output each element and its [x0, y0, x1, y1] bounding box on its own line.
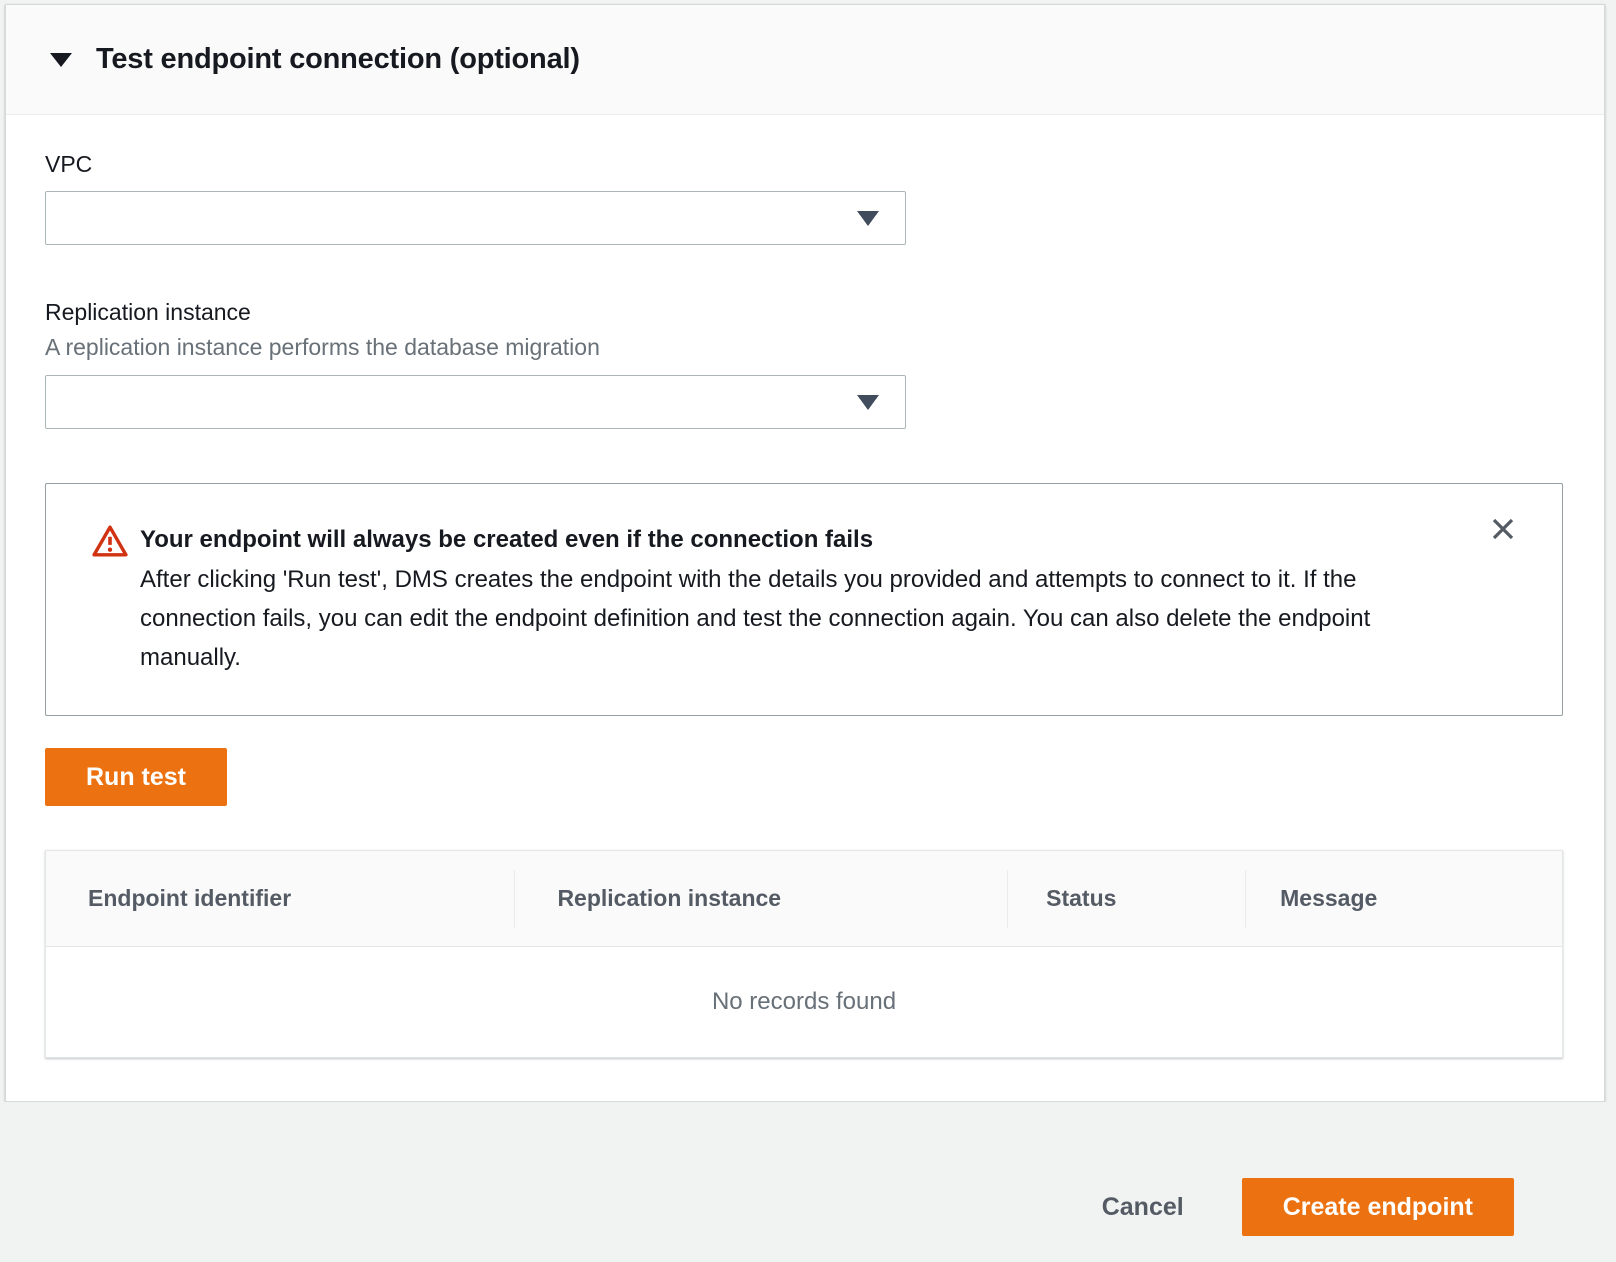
test-endpoint-connection-panel: Test endpoint connection (optional) VPC …: [5, 4, 1605, 1102]
create-endpoint-button[interactable]: Create endpoint: [1242, 1178, 1514, 1236]
column-header-message: Message: [1245, 870, 1562, 928]
warning-triangle-icon: [92, 520, 128, 677]
replication-instance-description: A replication instance performs the data…: [45, 331, 1563, 363]
column-header-endpoint-identifier: Endpoint identifier: [46, 870, 514, 928]
no-records-message: No records found: [712, 988, 896, 1016]
page: Test endpoint connection (optional) VPC …: [0, 4, 1616, 1262]
table-header-row: Endpoint identifier Replication instance…: [46, 851, 1562, 947]
warning-alert: Your endpoint will always be created eve…: [45, 483, 1563, 716]
close-icon[interactable]: [1482, 508, 1524, 550]
replication-instance-label: Replication instance: [45, 297, 1563, 327]
dropdown-arrow-icon: [857, 211, 879, 226]
panel-header-toggle[interactable]: Test endpoint connection (optional): [6, 5, 1604, 115]
column-header-replication-instance: Replication instance: [514, 870, 1007, 928]
panel-title: Test endpoint connection (optional): [96, 43, 580, 76]
replication-instance-select[interactable]: [45, 375, 906, 429]
form-actions-footer: Cancel Create endpoint: [0, 1102, 1616, 1262]
replication-instance-redacted-value: [66, 383, 363, 421]
cancel-button[interactable]: Cancel: [1096, 1178, 1190, 1236]
replication-instance-field: Replication instance A replication insta…: [45, 297, 1563, 429]
column-header-status: Status: [1007, 870, 1245, 928]
vpc-select[interactable]: [45, 191, 906, 245]
vpc-label: VPC: [45, 149, 1563, 179]
dropdown-arrow-icon: [857, 395, 879, 410]
warning-title: Your endpoint will always be created eve…: [140, 520, 1440, 560]
table-empty-state: No records found: [46, 947, 1562, 1057]
vpc-field: VPC: [45, 149, 1563, 245]
collapse-triangle-icon: [50, 53, 72, 67]
run-test-button[interactable]: Run test: [45, 748, 227, 806]
warning-content: Your endpoint will always be created eve…: [140, 520, 1440, 677]
test-results-table: Endpoint identifier Replication instance…: [45, 850, 1563, 1058]
warning-body: After clicking 'Run test', DMS creates t…: [140, 560, 1440, 677]
panel-body: VPC Replication instance A replication i…: [6, 115, 1604, 1101]
vpc-redacted-value: [66, 199, 656, 237]
